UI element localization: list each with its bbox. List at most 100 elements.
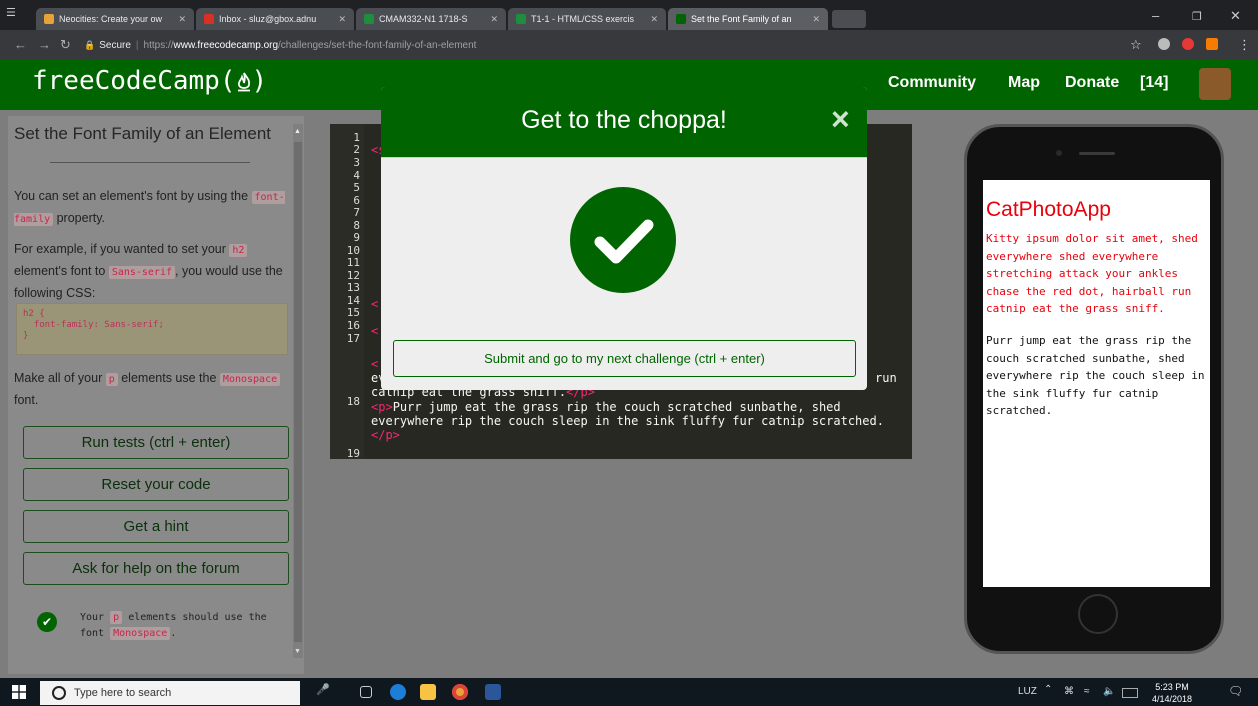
nav-map[interactable]: Map [1008, 74, 1040, 92]
clock-date: 4/14/2018 [1152, 694, 1193, 704]
line-number: 3 [353, 156, 360, 169]
tab-cmam332[interactable]: CMAM332-N1 1718-S ✕ [356, 8, 506, 30]
url-path: /challenges/set-the-font-family-of-an-el… [278, 39, 477, 51]
tab-set-font-family[interactable]: Set the Font Family of an ✕ [668, 8, 828, 30]
inline-code: Monospace [110, 627, 171, 640]
url-field[interactable]: 🔒 Secure | https:// www.freecodecamp.org… [84, 35, 476, 55]
test-text: . [170, 628, 177, 639]
modal-title: Get to the choppa! [521, 106, 727, 134]
get-hint-button[interactable]: Get a hint [23, 510, 289, 543]
network-icon[interactable]: ⌘ [1064, 686, 1074, 697]
forward-icon[interactable]: → [38, 37, 51, 52]
mail-favicon-icon [204, 14, 214, 24]
modal-close-icon[interactable]: × [831, 103, 850, 135]
modal-divider [381, 157, 867, 158]
microphone-icon[interactable]: 🎤 [316, 683, 332, 699]
windows-start-icon[interactable] [12, 685, 26, 699]
fcc-logo[interactable]: freeCodeCamp() [32, 66, 267, 96]
volume-icon[interactable]: 🔈 [1103, 686, 1115, 697]
tab-inbox[interactable]: Inbox - sluz@gbox.adnu ✕ [196, 8, 354, 30]
tab-close-icon[interactable]: ✕ [334, 14, 346, 25]
url-scheme: https:// [143, 39, 174, 51]
extension-icon[interactable] [1206, 38, 1218, 50]
url-host: www.freecodecamp.org [173, 39, 279, 51]
nav-donate[interactable]: Donate [1065, 74, 1119, 92]
desc-text: You can set an element's font by using t… [14, 189, 249, 203]
preview-paragraph-2: Purr jump eat the grass rip the couch sc… [986, 334, 1205, 417]
keyboard-icon[interactable] [1122, 688, 1138, 698]
description-paragraph-1: You can set an element's font by using t… [14, 186, 286, 230]
title-divider [50, 162, 250, 163]
tab-label: CMAM332-N1 1718-S [379, 14, 468, 24]
tab-label: Inbox - sluz@gbox.adnu [219, 14, 317, 24]
wifi-icon[interactable]: ≈ [1084, 686, 1090, 697]
scroll-up-arrow-icon[interactable]: ▲ [294, 128, 301, 135]
notifications-icon[interactable]: 🗨 [1228, 684, 1243, 698]
tab-close-icon[interactable]: ✕ [486, 14, 498, 25]
tray-expand-icon[interactable]: ⌃ [1044, 684, 1052, 695]
taskbar-clock[interactable]: 5:23 PM 4/14/2018 [1152, 681, 1192, 705]
tab-close-icon[interactable]: ✕ [174, 14, 186, 25]
scroll-down-arrow-icon[interactable]: ▼ [294, 648, 301, 655]
keyboard-language[interactable]: LUZ [1018, 686, 1037, 697]
phone-home-button [1078, 594, 1118, 634]
tab-neocities[interactable]: Neocities: Create your ow ✕ [36, 8, 194, 30]
line-number: 19 [346, 447, 360, 460]
tab-t1-1[interactable]: T1-1 - HTML/CSS exercis ✕ [508, 8, 666, 30]
submit-next-challenge-button[interactable]: Submit and go to my next challenge (ctrl… [393, 340, 856, 377]
line-number: 18 [346, 395, 360, 408]
desc-text: font. [14, 393, 39, 407]
code-line-18-wrap: everywhere rip the couch sleep in the si… [371, 414, 884, 428]
tab-close-icon[interactable]: ✕ [646, 14, 658, 25]
line-number: 16 [346, 319, 360, 332]
code-line-13: < [371, 297, 379, 311]
desc-text: element's font to [14, 264, 106, 278]
bookmark-star-icon[interactable]: ☆ [1130, 37, 1142, 53]
word-icon[interactable] [485, 684, 501, 700]
file-explorer-icon[interactable] [420, 684, 436, 700]
success-check-icon [570, 187, 676, 293]
nav-community[interactable]: Community [888, 74, 976, 92]
code-text: Purr jump eat the grass rip the couch sc… [392, 400, 841, 414]
back-icon[interactable]: ← [14, 37, 27, 52]
line-number: 7 [353, 206, 360, 219]
code-line-17-wrap-right: run [875, 371, 897, 385]
close-window-icon[interactable]: ✕ [1230, 8, 1241, 24]
taskbar-search-input[interactable]: Type here to search [40, 681, 300, 705]
avatar[interactable] [1199, 68, 1231, 100]
line-number: 2 [353, 143, 360, 156]
browser-menu-icon[interactable]: ☰ [6, 6, 16, 19]
minimize-icon[interactable]: – [1152, 8, 1159, 23]
reload-icon[interactable]: ↻ [60, 37, 71, 53]
task-view-icon[interactable] [360, 686, 372, 698]
logo-text: freeCodeCamp( [32, 66, 236, 96]
instructions-scrollbar-thumb[interactable] [294, 142, 302, 642]
chrome-icon[interactable] [452, 684, 468, 700]
description-paragraph-2: For example, if you wanted to set your h… [14, 239, 286, 303]
run-tests-button[interactable]: Run tests (ctrl + enter) [23, 426, 289, 459]
code-line-17: < [371, 357, 379, 371]
logo-close: ) [251, 66, 268, 96]
clock-time: 5:23 PM [1155, 682, 1189, 692]
ask-forum-button[interactable]: Ask for help on the forum [23, 552, 289, 585]
neocities-favicon-icon [44, 14, 54, 24]
preview-paragraph-1: Kitty ipsum dolor sit amet, shed everywh… [986, 232, 1198, 315]
test-text: Your [80, 612, 105, 623]
extension-icon[interactable] [1158, 38, 1170, 50]
test-result: Your p elements should use the font Mono… [80, 610, 280, 642]
more-menu-icon[interactable]: ⋮ [1238, 37, 1251, 53]
desc-text: For example, if you wanted to set your [14, 242, 226, 256]
points-badge[interactable]: [14] [1140, 74, 1168, 92]
maximize-icon[interactable]: ❐ [1192, 10, 1202, 23]
example-line: h2 { [23, 309, 45, 319]
line-number: 17 [346, 332, 360, 345]
flame-icon [236, 72, 252, 92]
edge-icon[interactable] [390, 684, 406, 700]
opera-extension-icon[interactable] [1182, 38, 1194, 50]
tab-label: Neocities: Create your ow [59, 14, 163, 24]
code-line-15: < [371, 324, 379, 338]
inline-code: p [105, 373, 118, 386]
tab-close-icon[interactable]: ✕ [808, 14, 820, 25]
new-tab-button[interactable] [832, 10, 866, 28]
reset-code-button[interactable]: Reset your code [23, 468, 289, 501]
